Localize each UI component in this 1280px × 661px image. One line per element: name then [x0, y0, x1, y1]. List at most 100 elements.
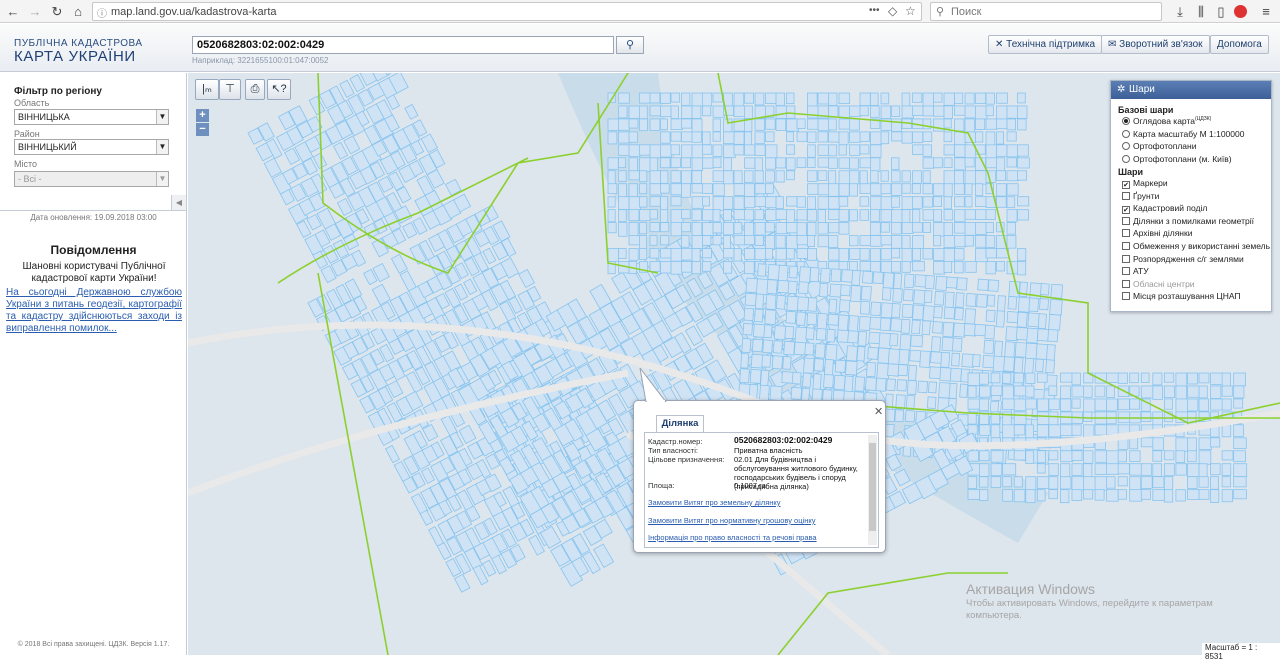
parcel	[796, 222, 808, 237]
base-layer-1[interactable]: Карта масштабу М 1:100000	[1122, 129, 1244, 139]
home-icon[interactable]: ⌂	[68, 2, 88, 21]
city-select[interactable]: - Всі - ▼	[14, 171, 169, 187]
url-bar[interactable]: ⓘ map.land.gov.ua/kadastrova-karta ••• ◇…	[92, 2, 922, 21]
print-icon: ⎙	[250, 83, 260, 95]
parcel	[1106, 372, 1121, 383]
adblock-icon[interactable]	[1234, 5, 1247, 18]
layer-item-8[interactable]: Обласні центри	[1122, 279, 1195, 289]
parcel	[964, 261, 977, 273]
parcel	[967, 476, 977, 489]
chevron-down-icon: ▼	[156, 172, 168, 186]
checkbox-checked-icon[interactable]: ✔	[1122, 181, 1130, 189]
popup-scrollbar[interactable]	[868, 435, 877, 545]
help-button[interactable]: Допомога	[1210, 35, 1269, 54]
parcel	[1129, 476, 1142, 491]
layer-item-0[interactable]: ✔ Маркери	[1122, 178, 1168, 189]
layer-item-1[interactable]: Ґрунти	[1122, 191, 1159, 201]
parcel	[775, 248, 787, 261]
parcel	[733, 209, 746, 220]
parcel	[807, 222, 817, 237]
parcel	[1198, 372, 1210, 384]
radio-icon[interactable]	[1122, 117, 1130, 125]
measure-area-tool[interactable]: ⊤	[219, 79, 241, 100]
checkbox-icon[interactable]	[1122, 242, 1130, 250]
more-icon[interactable]: •••	[869, 5, 880, 16]
radio-icon[interactable]	[1122, 142, 1130, 150]
download-icon[interactable]: ⤓	[1170, 2, 1190, 21]
back-icon[interactable]: ←	[3, 2, 23, 21]
browser-search-input[interactable]: ⚲ Поиск	[930, 2, 1162, 21]
forward-icon[interactable]: →	[25, 2, 45, 21]
checkbox-icon[interactable]	[1122, 229, 1130, 238]
checkbox-checked-icon[interactable]: ✔	[1122, 206, 1130, 215]
parcel	[943, 306, 956, 320]
radio-icon[interactable]	[1122, 154, 1130, 163]
reload-icon[interactable]: ↻	[47, 2, 67, 21]
layer-item-6[interactable]: Розпорядження с/г землями	[1122, 254, 1244, 264]
parcel	[786, 157, 796, 171]
layer-item-3[interactable]: Ділянки з помилками геометрії	[1122, 216, 1254, 226]
parcel	[817, 170, 828, 181]
cadastral-search-button[interactable]: ⚲	[616, 36, 644, 54]
parcel	[851, 269, 861, 286]
parcel	[1198, 385, 1208, 399]
bookmark-star-icon[interactable]: ☆	[905, 4, 916, 18]
collapse-left-icon[interactable]: ◀	[171, 195, 186, 210]
layer-item-5[interactable]: Обмеження у використанні земель	[1122, 241, 1270, 251]
ownership-info-link[interactable]: Інформація про право власності та речові…	[648, 533, 817, 542]
parcel	[901, 222, 914, 234]
close-icon[interactable]: ✕	[874, 405, 883, 418]
checkbox-icon[interactable]	[1122, 216, 1130, 225]
parcel	[861, 270, 874, 284]
parcel	[1017, 196, 1030, 207]
layer-item-9[interactable]: Місця розташування ЦНАП	[1122, 291, 1241, 301]
menu-icon[interactable]: ≡	[1256, 2, 1276, 21]
parcel	[702, 144, 713, 155]
parcel	[836, 329, 850, 343]
radio-icon[interactable]	[1122, 129, 1130, 138]
zoom-out-button[interactable]: −	[196, 123, 209, 136]
parcel	[775, 196, 784, 209]
parcel	[1046, 344, 1056, 362]
parcel	[712, 105, 725, 118]
parcel	[996, 92, 1008, 104]
support-button[interactable]: ✕ Технічна підтримка	[988, 35, 1103, 54]
parcel	[1152, 476, 1165, 489]
print-tool[interactable]: ⎙	[245, 79, 265, 100]
order-valuation-link[interactable]: Замовити Витяг про нормативну грошову оц…	[648, 516, 815, 525]
checkbox-icon[interactable]	[1122, 279, 1130, 288]
layer-item-2[interactable]: ✔ Кадастровий поділ	[1122, 203, 1207, 215]
checkbox-icon[interactable]	[1122, 254, 1130, 263]
parcel	[954, 105, 967, 116]
parcel	[954, 235, 967, 248]
district-select[interactable]: ВІННИЦЬКИЙ ▼	[14, 139, 169, 155]
cadastral-search-input[interactable]: 0520682803:02:002:0429	[192, 36, 614, 54]
library-icon[interactable]: ⫼	[1191, 2, 1211, 21]
layers-header[interactable]: ✲ Шари	[1111, 81, 1271, 99]
scroll-thumb[interactable]	[869, 443, 876, 531]
parcel	[802, 372, 812, 388]
parcel	[795, 311, 806, 326]
zoom-in-button[interactable]: +	[196, 109, 209, 122]
feedback-button[interactable]: ✉ Зворотний зв'язок	[1101, 35, 1210, 54]
checkbox-icon[interactable]	[1122, 191, 1130, 200]
tab-parcel[interactable]: Ділянка	[656, 415, 704, 432]
notice-link[interactable]: На сьогодні Державною службою України з …	[6, 287, 182, 335]
gear-icon: ✲	[1117, 84, 1126, 95]
checkbox-icon[interactable]	[1122, 292, 1130, 301]
base-layer-3[interactable]: Ортофотоплани (м. Київ)	[1122, 154, 1232, 164]
pocket-icon[interactable]: ◇	[888, 4, 897, 18]
measure-length-tool[interactable]: |ₘ	[195, 79, 219, 100]
parcel	[943, 170, 956, 185]
base-layer-2[interactable]: Ортофотоплани	[1122, 141, 1196, 151]
sidebar-icon[interactable]: ▯	[1211, 2, 1231, 21]
region-select[interactable]: ВІННИЦЬКА ▼	[14, 109, 169, 125]
base-layer-0[interactable]: Оглядова карта(ЦДЗК)	[1122, 116, 1211, 126]
order-extract-link[interactable]: Замовити Витяг про земельну ділянку	[648, 498, 781, 507]
parcel	[880, 92, 890, 105]
info-icon[interactable]: ⓘ	[97, 5, 107, 20]
identify-tool[interactable]: ↖?	[267, 79, 291, 100]
layer-item-7[interactable]: АТУ	[1122, 266, 1149, 276]
checkbox-icon[interactable]	[1122, 267, 1130, 276]
layer-item-4[interactable]: Архівні ділянки	[1122, 228, 1192, 238]
